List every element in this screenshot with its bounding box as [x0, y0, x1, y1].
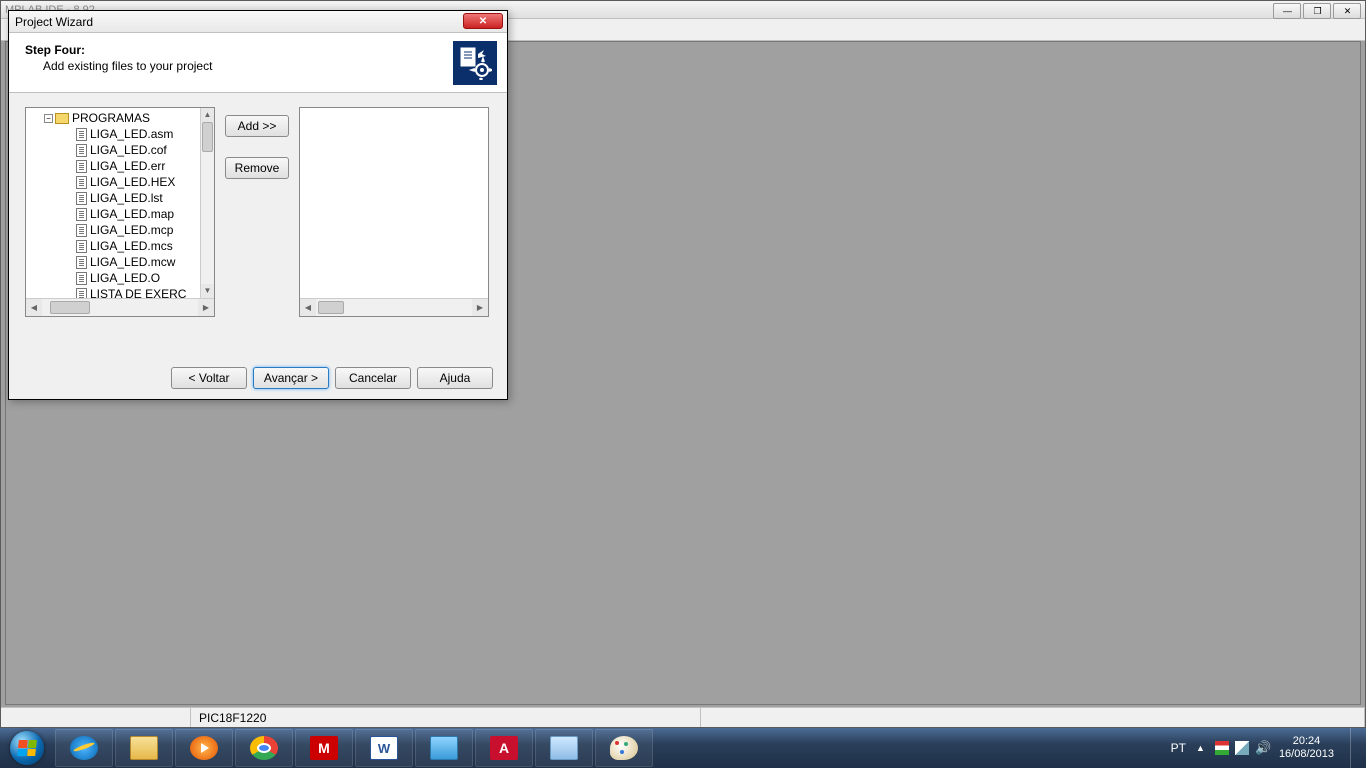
taskbar-paint[interactable]: [595, 729, 653, 767]
tree-file[interactable]: LIGA_LED.mcp: [90, 222, 173, 238]
volume-icon[interactable]: 🔊: [1255, 741, 1269, 755]
chrome-icon: [250, 736, 278, 760]
remove-button[interactable]: Remove: [225, 157, 289, 179]
ie-icon: [70, 736, 98, 760]
scroll-right-icon[interactable]: ▶: [198, 299, 214, 316]
back-button[interactable]: < Voltar: [171, 367, 247, 389]
file-icon: [76, 256, 87, 269]
tree-file[interactable]: LIGA_LED.cof: [90, 142, 167, 158]
taskbar: M W A PT ▲ 🔊 20:24 16/08/2013: [0, 728, 1366, 768]
file-icon: [76, 288, 87, 299]
step-subtitle: Add existing files to your project: [43, 59, 491, 73]
paint-icon: [610, 736, 638, 760]
list-horizontal-scrollbar[interactable]: ◀ ▶: [300, 298, 488, 316]
tray-chevron-icon[interactable]: ▲: [1196, 743, 1205, 753]
folder-icon: [55, 113, 69, 124]
tree-file[interactable]: LIGA_LED.mcs: [90, 238, 173, 254]
tree-file[interactable]: LIGA_LED.lst: [90, 190, 163, 206]
cancel-button[interactable]: Cancelar: [335, 367, 411, 389]
step-label: Step Four:: [25, 43, 491, 57]
scroll-thumb[interactable]: [318, 301, 344, 314]
file-icon: [76, 192, 87, 205]
scroll-thumb[interactable]: [202, 122, 213, 152]
network-icon[interactable]: [1235, 741, 1249, 755]
taskbar-notepad[interactable]: [535, 729, 593, 767]
scroll-down-icon[interactable]: ▼: [201, 284, 214, 298]
tree-collapse-icon[interactable]: −: [44, 114, 53, 123]
tree-folder[interactable]: PROGRAMAS: [72, 110, 150, 126]
taskbar-adobe[interactable]: A: [475, 729, 533, 767]
folder-icon: [130, 736, 158, 760]
next-button[interactable]: Avançar >: [253, 367, 329, 389]
ide-statusbar: PIC18F1220: [1, 707, 1365, 727]
start-button[interactable]: [0, 728, 54, 768]
taskbar-chrome[interactable]: [235, 729, 293, 767]
scroll-right-icon[interactable]: ▶: [472, 299, 488, 316]
mplab-icon: M: [310, 736, 338, 760]
taskbar-mplab[interactable]: M: [295, 729, 353, 767]
media-player-icon: [190, 736, 218, 760]
file-icon: [76, 144, 87, 157]
flag-icon[interactable]: [1215, 741, 1229, 755]
system-tray: PT ▲ 🔊 20:24 16/08/2013: [1171, 728, 1366, 768]
dialog-titlebar[interactable]: Project Wizard ✕: [9, 11, 507, 33]
clock[interactable]: 20:24 16/08/2013: [1279, 735, 1334, 761]
show-desktop-button[interactable]: [1350, 728, 1360, 768]
dialog-close-button[interactable]: ✕: [463, 13, 503, 29]
tree-file[interactable]: LIGA_LED.O: [90, 270, 160, 286]
scroll-left-icon[interactable]: ◀: [26, 299, 42, 316]
tree-file[interactable]: LIGA_LED.HEX: [90, 174, 175, 190]
tree-vertical-scrollbar[interactable]: ▲ ▼: [200, 108, 214, 298]
status-device: PIC18F1220: [191, 708, 701, 727]
clock-date: 16/08/2013: [1279, 748, 1334, 761]
file-icon: [76, 208, 87, 221]
ide-minimize-button[interactable]: —: [1273, 3, 1301, 19]
file-icon: [76, 224, 87, 237]
taskbar-mediaplayer[interactable]: [175, 729, 233, 767]
selected-files-list[interactable]: ◀ ▶: [299, 107, 489, 317]
notepad-icon: [550, 736, 578, 760]
tree-file[interactable]: LISTA DE EXERC: [90, 286, 186, 298]
scroll-up-icon[interactable]: ▲: [201, 108, 214, 122]
taskbar-explorer[interactable]: [115, 729, 173, 767]
file-icon: [76, 272, 87, 285]
wizard-icon: [453, 41, 497, 85]
tree-file[interactable]: LIGA_LED.mcw: [90, 254, 175, 270]
language-indicator[interactable]: PT: [1171, 741, 1186, 755]
project-wizard-dialog: Project Wizard ✕ Step Four: Add existing…: [8, 10, 508, 400]
taskbar-ie[interactable]: [55, 729, 113, 767]
file-icon: [76, 176, 87, 189]
file-icon: [76, 160, 87, 173]
add-button[interactable]: Add >>: [225, 115, 289, 137]
image-icon: [430, 736, 458, 760]
ide-close-button[interactable]: ✕: [1333, 3, 1361, 19]
word-icon: W: [370, 736, 398, 760]
dialog-header: Step Four: Add existing files to your pr…: [9, 33, 507, 93]
windows-logo-icon: [10, 731, 44, 765]
ide-maximize-button[interactable]: ❐: [1303, 3, 1331, 19]
tree-file[interactable]: LIGA_LED.map: [90, 206, 174, 222]
file-icon: [76, 240, 87, 253]
clock-time: 20:24: [1279, 735, 1334, 748]
taskbar-photoviewer[interactable]: [415, 729, 473, 767]
tree-horizontal-scrollbar[interactable]: ◀ ▶: [26, 298, 214, 316]
taskbar-word[interactable]: W: [355, 729, 413, 767]
scroll-thumb[interactable]: [50, 301, 90, 314]
help-button[interactable]: Ajuda: [417, 367, 493, 389]
file-icon: [76, 128, 87, 141]
tree-file[interactable]: LIGA_LED.asm: [90, 126, 173, 142]
tree-file[interactable]: LIGA_LED.err: [90, 158, 165, 174]
adobe-icon: A: [490, 736, 518, 760]
dialog-title: Project Wizard: [15, 15, 93, 29]
source-file-tree[interactable]: − PROGRAMAS LIGA_LED.asm LIGA_LED.cof LI…: [25, 107, 215, 317]
scroll-left-icon[interactable]: ◀: [300, 299, 316, 316]
